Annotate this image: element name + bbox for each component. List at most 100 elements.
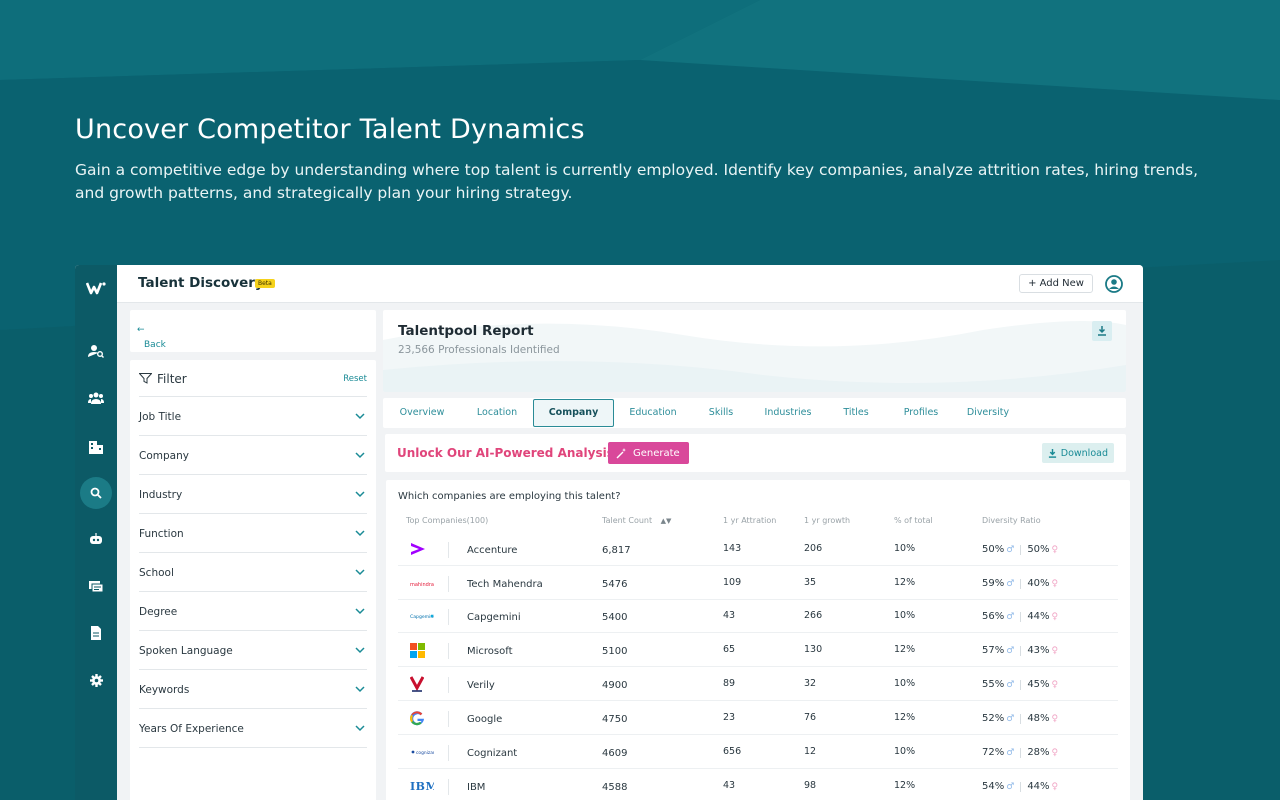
profile-icon[interactable] — [1105, 275, 1123, 293]
app-window: Talent Discovery Beta + Add New ← Back F… — [75, 265, 1143, 800]
diversity-ratio: 52% ♂ 48% ♀ — [982, 713, 1058, 724]
talent-count: 4750 — [602, 714, 628, 725]
tab-skills[interactable]: Skills — [692, 398, 750, 428]
attrition-value: 65 — [723, 644, 736, 655]
tab-education[interactable]: Education — [616, 398, 690, 428]
table-row[interactable]: Accenture 6,817 143 206 10% 50% ♂ 50% ♀ — [398, 533, 1118, 566]
magic-wand-icon — [616, 447, 626, 458]
tab-profiles[interactable]: Profiles — [888, 398, 954, 428]
ratio-divider — [1020, 544, 1022, 555]
female-icon: ♀ — [1051, 747, 1059, 758]
ratio-divider — [1020, 713, 1022, 724]
beta-badge: Beta — [255, 279, 275, 288]
table-row[interactable]: cognizant Cognizant 4609 656 12 10% 72%♂ 28%♀ — [398, 736, 1118, 769]
attrition-value: 89 — [723, 678, 736, 689]
female-icon: ♀ — [1051, 611, 1059, 622]
female-percent: 44% — [1027, 781, 1050, 792]
company-name[interactable]: IBM — [467, 782, 485, 793]
male-icon: ♂ — [1006, 781, 1015, 792]
filter-item-keywords[interactable]: Keywords — [139, 670, 367, 709]
table-row[interactable]: IBM IBM 4588 43 98 12% 54% ♂ 44% ♀ — [398, 770, 1118, 800]
header-growth[interactable]: 1 yr growth — [804, 516, 850, 525]
tab-overview[interactable]: Overview — [383, 398, 461, 428]
percent-total: 12% — [894, 644, 916, 655]
bot-icon[interactable] — [86, 529, 106, 549]
female-icon: ♀ — [1051, 679, 1059, 690]
talent-count: 4609 — [602, 748, 628, 759]
tab-location[interactable]: Location — [463, 398, 531, 428]
verily-logo-icon — [410, 676, 434, 692]
talent-count: 5400 — [602, 612, 628, 623]
row-divider — [448, 576, 449, 592]
company-name[interactable]: Google — [467, 714, 502, 725]
candidate-search-icon[interactable] — [86, 341, 106, 361]
table-row[interactable]: Capgemini Capgemini 5400 43 266 10% 56% ♂ 44% ♀ — [398, 600, 1118, 633]
chevron-down-icon — [355, 647, 365, 654]
hero-subtitle: Gain a competitive edge by understanding… — [75, 161, 1199, 202]
back-link[interactable]: ← Back — [137, 325, 166, 350]
male-percent: 52% — [982, 713, 1005, 724]
tab-industries[interactable]: Industries — [752, 398, 824, 428]
company-name[interactable]: Accenture — [467, 545, 517, 556]
discovery-icon[interactable] — [80, 477, 112, 509]
attrition-value: 43 — [723, 780, 736, 791]
header-percent-total[interactable]: % of total — [894, 516, 933, 525]
generate-button[interactable]: Generate — [608, 442, 689, 464]
settings-icon[interactable] — [86, 670, 106, 690]
accenture-logo-icon — [410, 541, 434, 557]
header-attrition[interactable]: 1 yr Attration — [723, 516, 776, 525]
chevron-down-icon — [355, 608, 365, 615]
document-icon[interactable] — [86, 623, 106, 643]
company-name[interactable]: Cognizant — [467, 748, 517, 759]
tab-diversity[interactable]: Diversity — [954, 398, 1022, 428]
table-row[interactable]: Verily 4900 89 32 10% 55% ♂ 45% ♀ — [398, 668, 1118, 701]
add-new-button[interactable]: + Add New — [1019, 274, 1093, 293]
filter-item-school[interactable]: School — [139, 553, 367, 592]
filter-item-spoken-language[interactable]: Spoken Language — [139, 631, 367, 670]
reset-link[interactable]: Reset — [343, 374, 367, 384]
female-percent: 45% — [1027, 679, 1050, 690]
female-icon: ♀ — [1051, 578, 1059, 589]
filter-header: Filter Reset — [139, 360, 367, 397]
percent-total: 12% — [894, 577, 916, 588]
male-icon: ♂ — [1006, 544, 1015, 555]
company-name[interactable]: Capgemini — [467, 612, 521, 623]
filter-item-degree[interactable]: Degree — [139, 592, 367, 631]
male-icon: ♂ — [1006, 578, 1015, 589]
tab-company[interactable]: Company — [533, 399, 614, 427]
header-diversity[interactable]: Diversity Ratio — [982, 516, 1041, 525]
report-subtitle: 23,566 Professionals Identified — [398, 344, 560, 356]
female-percent: 44% — [1027, 611, 1050, 622]
svg-text:cognizant: cognizant — [416, 750, 434, 756]
ratio-divider — [1020, 611, 1022, 622]
report-download-button[interactable] — [1092, 321, 1112, 341]
header-top-companies[interactable]: Top Companies(100) — [406, 516, 488, 525]
jobs-icon[interactable] — [86, 576, 106, 596]
table-row[interactable]: Microsoft 5100 65 130 12% 57% ♂ 43% ♀ — [398, 634, 1118, 667]
company-name[interactable]: Verily — [467, 680, 495, 691]
talent-count: 5476 — [602, 579, 628, 590]
team-icon[interactable] — [86, 388, 106, 408]
company-icon[interactable] — [86, 437, 106, 457]
filter-item-function[interactable]: Function — [139, 514, 367, 553]
attrition-value: 656 — [723, 746, 742, 757]
female-percent: 28% — [1027, 747, 1050, 758]
table-row[interactable]: Google 4750 23 76 12% 52% ♂ 48% ♀ — [398, 702, 1118, 735]
filter-item-company[interactable]: Company — [139, 436, 367, 475]
male-icon: ♂ — [1006, 611, 1015, 622]
table-row[interactable]: mahindra Tech Mahendra 5476 109 35 12% 59% ♂ 40%… — [398, 567, 1118, 600]
filter-item-label: Job Title — [139, 411, 182, 423]
percent-total: 12% — [894, 712, 916, 723]
row-divider — [448, 609, 449, 625]
header-talent-count[interactable]: Talent Count ▲▼ — [602, 516, 671, 525]
filter-item-years-of-experience[interactable]: Years Of Experience — [139, 709, 367, 748]
company-name[interactable]: Microsoft — [467, 646, 513, 657]
female-percent: 50% — [1027, 544, 1050, 555]
chevron-down-icon — [355, 725, 365, 732]
tab-titles[interactable]: Titles — [826, 398, 886, 428]
filter-item-industry[interactable]: Industry — [139, 475, 367, 514]
company-name[interactable]: Tech Mahendra — [467, 579, 543, 590]
download-button[interactable]: Download — [1041, 443, 1114, 463]
filter-item-job-title[interactable]: Job Title — [139, 397, 367, 436]
diversity-ratio: 56% ♂ 44% ♀ — [982, 611, 1058, 622]
